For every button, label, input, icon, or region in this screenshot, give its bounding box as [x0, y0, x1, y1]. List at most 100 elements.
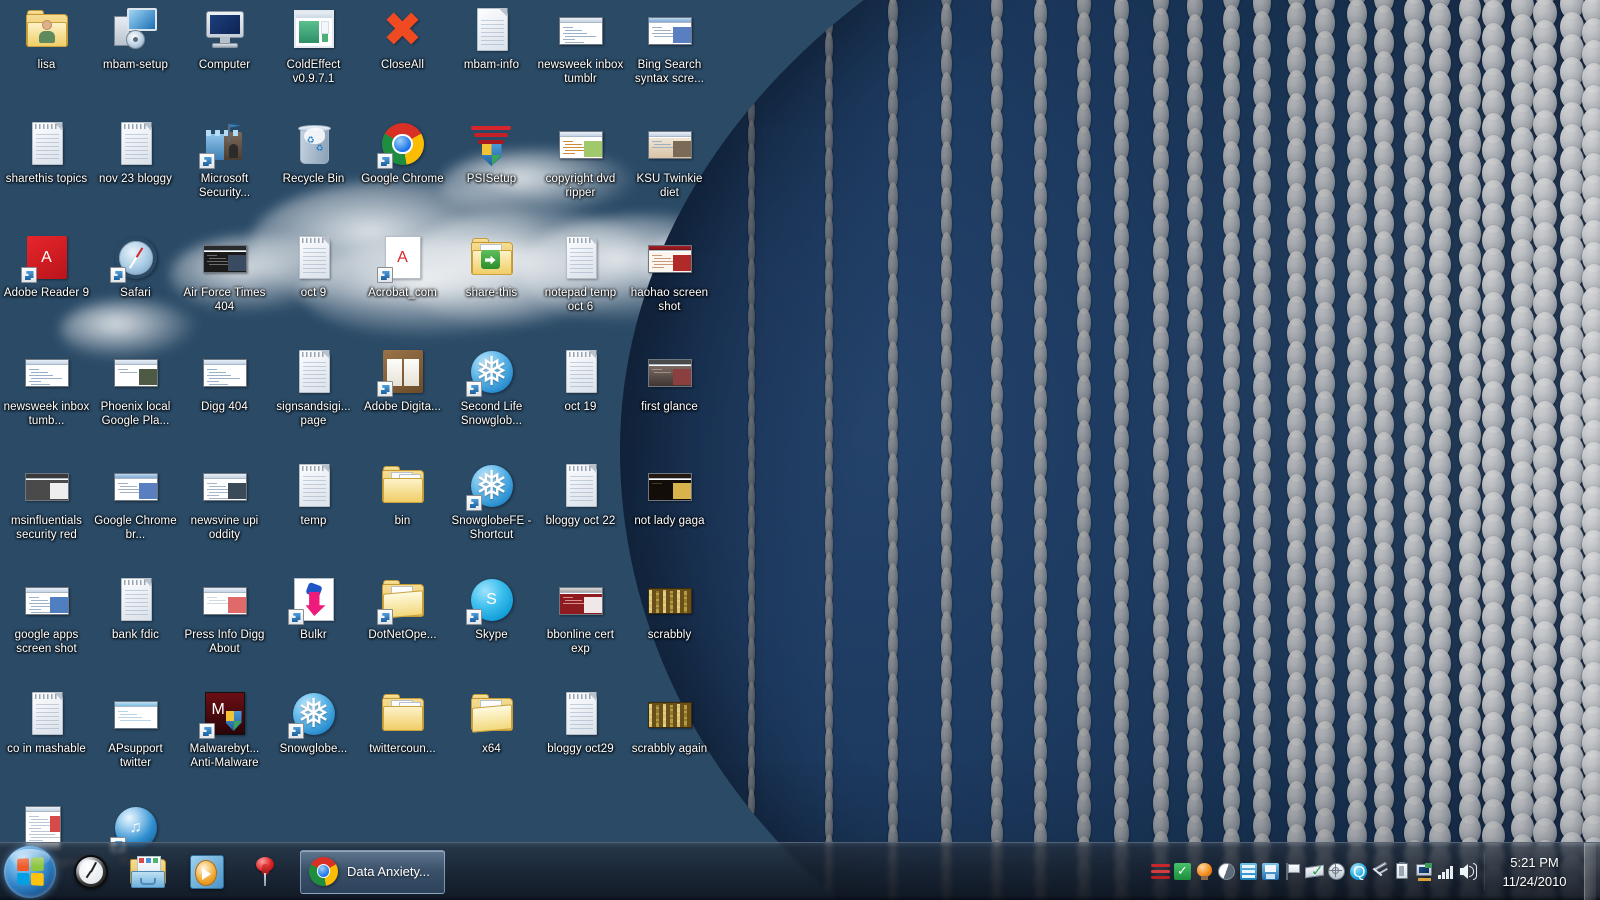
desktop-icon[interactable]: newsweek inbox tumb...	[2, 344, 91, 458]
unpin-pushpin-icon[interactable]	[1371, 861, 1390, 881]
desktop-icon[interactable]: oct 19	[536, 344, 625, 458]
desktop-icon-label: twittercoun...	[369, 743, 436, 755]
desktop-icon[interactable]: Air Force Times 404	[180, 230, 269, 344]
desktop-icon[interactable]: google apps screen shot	[2, 572, 91, 686]
moon-phase-icon[interactable]	[1217, 862, 1236, 881]
blue-database-icon[interactable]	[1239, 862, 1258, 881]
taskbar-windows-explorer-icon[interactable]	[122, 849, 176, 895]
desktop-icon[interactable]: bloggy oct 22	[536, 458, 625, 572]
quick-launch-area[interactable]	[62, 849, 294, 895]
desktop-icon[interactable]: Google Chrome	[358, 116, 447, 230]
battery-icon[interactable]	[1393, 862, 1412, 881]
signal-bars-icon[interactable]	[1437, 862, 1456, 881]
desktop-icon[interactable]: bank fdic	[91, 572, 180, 686]
desktop-icon[interactable]: ❅ Snowglobe...	[269, 686, 358, 800]
desktop-icon[interactable]: signsandsigi... page	[269, 344, 358, 458]
desktop-icon[interactable]: ColdEffect v0.9.7.1	[269, 2, 358, 116]
desktop-icon[interactable]: ♻ ♻ Recycle Bin	[269, 116, 358, 230]
desktop-icon-label: Skype	[475, 629, 508, 641]
desktop-icon[interactable]: DotNetOpe...	[358, 572, 447, 686]
notepad-document-icon	[23, 120, 71, 168]
volume-speaker-icon[interactable]	[1459, 862, 1478, 881]
acrobat-com-icon: A	[376, 234, 427, 283]
taskbar-clock[interactable]: 5:21 PM 11/24/2010	[1484, 852, 1580, 891]
desktop-icon-label: SnowglobeFE - Shortcut	[451, 515, 532, 541]
screenshot-thumb-article-icon	[201, 462, 249, 510]
desktop-icon[interactable]: Adobe Digita...	[358, 344, 447, 458]
desktop-icon[interactable]: Bulkr	[269, 572, 358, 686]
desktop-icon[interactable]: temp	[269, 458, 358, 572]
desktop-icon[interactable]: ✖ x64	[447, 686, 536, 800]
blue-floppy-icon[interactable]	[1261, 862, 1280, 881]
adobe-digital-editions-icon	[376, 348, 427, 397]
thumbnail-preview	[113, 473, 158, 501]
scrabble-screenshot-icon	[647, 702, 692, 728]
desktop-icon[interactable]: bbonline cert exp	[536, 572, 625, 686]
taskbar-pushpin-icon[interactable]	[238, 849, 292, 895]
taskbar-windows-media-player-icon[interactable]	[180, 849, 234, 895]
red-stack-icon[interactable]	[1151, 862, 1170, 881]
desktop-icon[interactable]: co in mashable	[2, 686, 91, 800]
folder-multi-icon	[379, 462, 427, 510]
green-folder-check-icon[interactable]: ✓	[1173, 862, 1192, 881]
tray-icon-list[interactable]: ✓ ✓ Q	[1145, 861, 1484, 881]
start-button[interactable]	[4, 845, 56, 898]
show-desktop-button[interactable]	[1584, 842, 1596, 900]
desktop-icon[interactable]: A Adobe Reader 9	[2, 230, 91, 344]
desktop-icon[interactable]: scrabbly again	[625, 686, 714, 800]
quicktime-circle-icon[interactable]	[1327, 862, 1346, 881]
desktop-icon[interactable]: share-this	[447, 230, 536, 344]
desktop-icon[interactable]: mbam-setup	[91, 2, 180, 116]
notepad-document-icon	[565, 464, 597, 507]
action-center-check-icon[interactable]: ✓	[1305, 862, 1324, 881]
close-all-icon: ✖	[382, 2, 423, 58]
desktop-icon[interactable]: haohao screen shot	[625, 230, 714, 344]
orange-bulb-icon[interactable]	[1195, 862, 1214, 881]
white-flag-icon[interactable]	[1283, 862, 1302, 881]
desktop-icon[interactable]: notepad temp oct 6	[536, 230, 625, 344]
taskbar[interactable]: Data Anxiety... ✓ ✓ Q 5:21 PM 11/24/2010	[0, 842, 1600, 900]
task-window-buttons[interactable]: Data Anxiety...	[294, 849, 445, 894]
desktop-icon[interactable]: M Malwarebyt... Anti-Malware	[180, 686, 269, 800]
desktop-icon[interactable]: ❅ SnowglobeFE - Shortcut	[447, 458, 536, 572]
desktop-icon[interactable]: copyright dvd ripper	[536, 116, 625, 230]
desktop-icon[interactable]: ❅ Second Life Snowglob...	[447, 344, 536, 458]
desktop-icon[interactable]: bin	[358, 458, 447, 572]
desktop-icon[interactable]: Digg 404	[180, 344, 269, 458]
desktop-icon[interactable]: KSU Twinkie diet	[625, 116, 714, 230]
desktop-icon[interactable]: bloggy oct29	[536, 686, 625, 800]
desktop-icon[interactable]: nov 23 bloggy	[91, 116, 180, 230]
desktop[interactable]: lisa mbam-setup Computer ColdEffect v0.9.7.…	[0, 0, 1600, 900]
desktop-icon[interactable]: Safari	[91, 230, 180, 344]
desktop-icon-grid[interactable]: lisa mbam-setup Computer ColdEffect v0.9.7.…	[2, 2, 802, 900]
taskbar-window-button[interactable]: Data Anxiety...	[300, 849, 445, 894]
quicktime-q-icon[interactable]: Q	[1349, 862, 1368, 881]
desktop-icon[interactable]: sharethis topics	[2, 116, 91, 230]
desktop-icon[interactable]: first glance	[625, 344, 714, 458]
taskbar-clock-gadget-icon[interactable]	[64, 849, 118, 895]
desktop-icon[interactable]: oct 9	[269, 230, 358, 344]
desktop-icon[interactable]: newsvine upi oddity	[180, 458, 269, 572]
desktop-icon[interactable]: newsweek inbox tumblr	[536, 2, 625, 116]
desktop-icon[interactable]: Press Info Digg About	[180, 572, 269, 686]
desktop-icon[interactable]: Computer	[180, 2, 269, 116]
desktop-icon[interactable]: scrabbly	[625, 572, 714, 686]
desktop-icon[interactable]: mbam-info	[447, 2, 536, 116]
desktop-icon[interactable]: not lady gaga	[625, 458, 714, 572]
network-monitor-icon[interactable]	[1415, 862, 1434, 881]
desktop-icon[interactable]: twittercoun...	[358, 686, 447, 800]
system-tray[interactable]: ✓ ✓ Q 5:21 PM 11/24/2010	[1145, 842, 1600, 900]
taskbar-window-label: Data Anxiety...	[347, 864, 430, 879]
desktop-icon[interactable]: lisa	[2, 2, 91, 116]
desktop-icon[interactable]: APsupport twitter	[91, 686, 180, 800]
desktop-icon[interactable]: msinfluentials security red	[2, 458, 91, 572]
desktop-icon[interactable]: A Acrobat_com	[358, 230, 447, 344]
desktop-icon[interactable]: PSISetup	[447, 116, 536, 230]
desktop-icon[interactable]: ✖ CloseAll	[358, 2, 447, 116]
desktop-icon[interactable]: S Skype	[447, 572, 536, 686]
desktop-icon[interactable]: Phoenix local Google Pla...	[91, 344, 180, 458]
desktop-icon[interactable]: Bing Search syntax scre...	[625, 2, 714, 116]
desktop-icon[interactable]: Google Chrome br...	[91, 458, 180, 572]
thumbnail-preview	[24, 473, 69, 501]
desktop-icon[interactable]: Microsoft Security...	[180, 116, 269, 230]
